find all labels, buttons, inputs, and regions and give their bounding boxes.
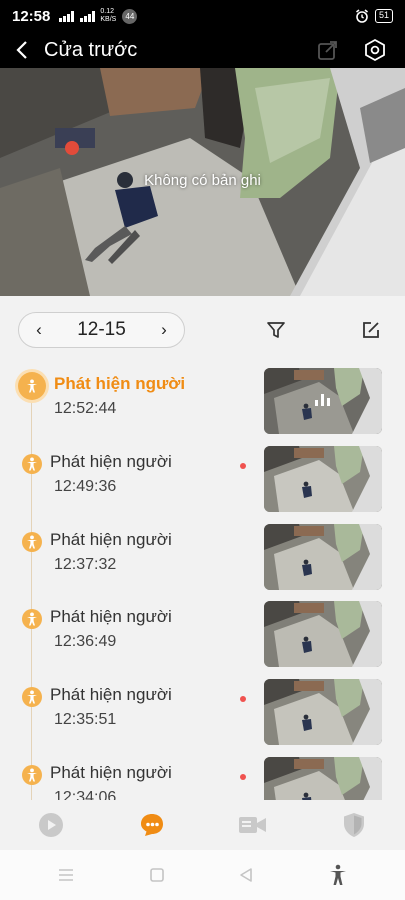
event-item[interactable]: Phát hiện người 12:37:32 xyxy=(0,524,405,590)
unread-dot xyxy=(240,774,246,780)
video-player[interactable]: Không có bản ghi xyxy=(0,68,405,296)
menu-icon[interactable] xyxy=(57,868,75,882)
shield-icon xyxy=(344,813,365,837)
event-thumbnail[interactable] xyxy=(264,601,382,667)
chat-icon xyxy=(140,814,163,836)
event-title: Phát hiện người xyxy=(50,530,172,549)
event-time: 12:37:32 xyxy=(54,556,117,573)
person-detect-icon xyxy=(22,609,42,629)
nav-messages[interactable] xyxy=(122,805,182,845)
status-time: 12:58 xyxy=(12,7,51,25)
notification-count-badge: 44 xyxy=(122,8,138,24)
play-icon xyxy=(38,813,63,837)
event-thumbnail[interactable] xyxy=(264,446,382,512)
alarm-icon xyxy=(355,9,368,23)
event-time: 12:52:44 xyxy=(54,400,117,417)
event-item[interactable]: Phát hiện người 12:52:44 xyxy=(0,368,405,434)
event-time: 12:36:49 xyxy=(54,633,117,650)
back-arrow-icon xyxy=(16,41,27,59)
person-detect-icon xyxy=(22,687,42,707)
edit-icon[interactable] xyxy=(361,320,381,340)
signal-icon-2 xyxy=(80,10,96,22)
event-item[interactable]: Phát hiện người 12:34:06 xyxy=(0,757,405,800)
next-date-button[interactable]: › xyxy=(156,320,172,340)
event-item[interactable]: Phát hiện người 12:35:51 xyxy=(0,679,405,745)
current-date[interactable]: 12-15 xyxy=(77,319,126,341)
person-detect-icon xyxy=(22,454,42,474)
person-detect-icon xyxy=(22,765,42,785)
nav-devices[interactable] xyxy=(223,805,283,845)
event-title: Phát hiện người xyxy=(54,374,186,393)
signal-icon xyxy=(59,10,75,22)
share-icon[interactable] xyxy=(317,39,339,61)
bottom-nav xyxy=(0,800,405,850)
event-title: Phát hiện người xyxy=(50,763,172,782)
net-speed: 0.12 KB/S xyxy=(100,8,116,24)
event-time: 12:49:36 xyxy=(54,478,117,495)
camera-list-icon xyxy=(239,817,267,833)
settings-hex-icon[interactable] xyxy=(363,38,387,62)
accessibility-icon[interactable] xyxy=(328,864,348,886)
event-time: 12:34:06 xyxy=(54,789,117,800)
event-panel: ‹ 12-15 › Phát hiện người 12:52:44 Phát hi… xyxy=(0,296,405,800)
person-detect-icon xyxy=(22,532,42,552)
event-item[interactable]: Phát hiện người 12:36:49 xyxy=(0,601,405,667)
nav-security[interactable] xyxy=(324,805,384,845)
prev-date-button[interactable]: ‹ xyxy=(31,320,47,340)
battery-indicator: 51 xyxy=(374,9,393,23)
event-item[interactable]: Phát hiện người 12:49:36 xyxy=(0,446,405,512)
event-time: 12:35:51 xyxy=(54,711,117,728)
title-bar: Cửa trước xyxy=(0,32,405,68)
back-triangle-icon[interactable] xyxy=(238,867,254,883)
event-title: Phát hiện người xyxy=(50,607,172,626)
event-thumbnail[interactable] xyxy=(264,368,382,434)
status-bar: 12:58 0.12 KB/S 44 51 xyxy=(0,0,405,32)
home-icon[interactable] xyxy=(149,867,165,883)
net-speed-unit: KB/S xyxy=(100,16,117,23)
page-title: Cửa trước xyxy=(44,38,138,61)
unread-dot xyxy=(240,463,246,469)
event-thumbnail[interactable] xyxy=(264,679,382,745)
event-title: Phát hiện người xyxy=(50,452,172,471)
date-selector: ‹ 12-15 › xyxy=(18,312,185,348)
nav-live[interactable] xyxy=(21,805,81,845)
playing-indicator-icon xyxy=(315,394,330,406)
system-nav xyxy=(0,850,405,900)
event-thumbnail[interactable] xyxy=(264,524,382,590)
net-speed-value: 0.12 xyxy=(100,8,114,15)
back-button[interactable] xyxy=(0,32,44,68)
event-thumbnail[interactable] xyxy=(264,757,382,800)
unread-dot xyxy=(240,696,246,702)
event-title: Phát hiện người xyxy=(50,685,172,704)
person-detect-icon xyxy=(18,372,46,400)
no-recording-message: Không có bản ghi xyxy=(144,172,261,189)
filter-icon[interactable] xyxy=(266,320,286,340)
